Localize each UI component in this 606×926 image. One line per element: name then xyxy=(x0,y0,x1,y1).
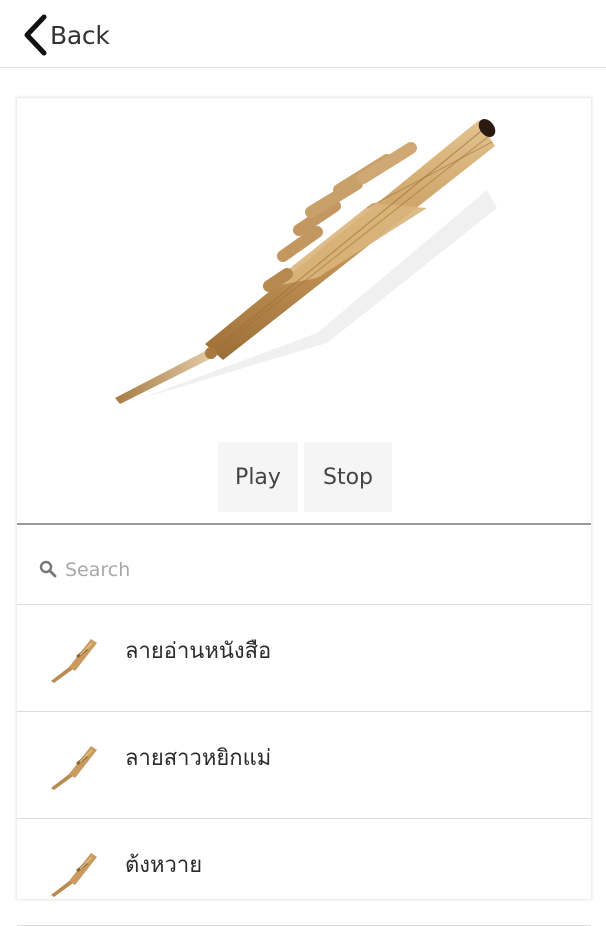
song-list: ลายอ่านหนังสือ ลายสาวหยิกแม่ ต้งหวาย xyxy=(17,605,591,926)
stop-button[interactable]: Stop xyxy=(304,442,392,512)
list-item[interactable]: ลายอ่านหนังสือ xyxy=(17,605,591,712)
khaen-icon xyxy=(47,847,99,903)
khaen-icon xyxy=(47,740,99,796)
chevron-left-icon xyxy=(22,14,48,56)
top-bar: Back xyxy=(0,0,606,68)
back-label: Back xyxy=(50,20,110,50)
search-bar xyxy=(17,525,591,605)
song-title: ต้งหวาย xyxy=(125,853,203,878)
back-button[interactable]: Back xyxy=(22,14,110,56)
search-input[interactable] xyxy=(65,555,565,585)
content-card: Play Stop ลายอ่านหนังสือ xyxy=(16,97,592,926)
khaen-instrument-image xyxy=(115,119,497,404)
list-item[interactable]: ลายสาวหยิกแม่ xyxy=(17,712,591,819)
song-title: ลายอ่านหนังสือ xyxy=(125,639,272,664)
player-section: Play Stop xyxy=(17,98,591,523)
song-title: ลายสาวหยิกแม่ xyxy=(125,746,272,771)
search-icon xyxy=(39,560,57,582)
play-button[interactable]: Play xyxy=(218,442,298,512)
khaen-icon xyxy=(47,633,99,689)
list-item[interactable]: ต้งหวาย xyxy=(17,819,591,926)
